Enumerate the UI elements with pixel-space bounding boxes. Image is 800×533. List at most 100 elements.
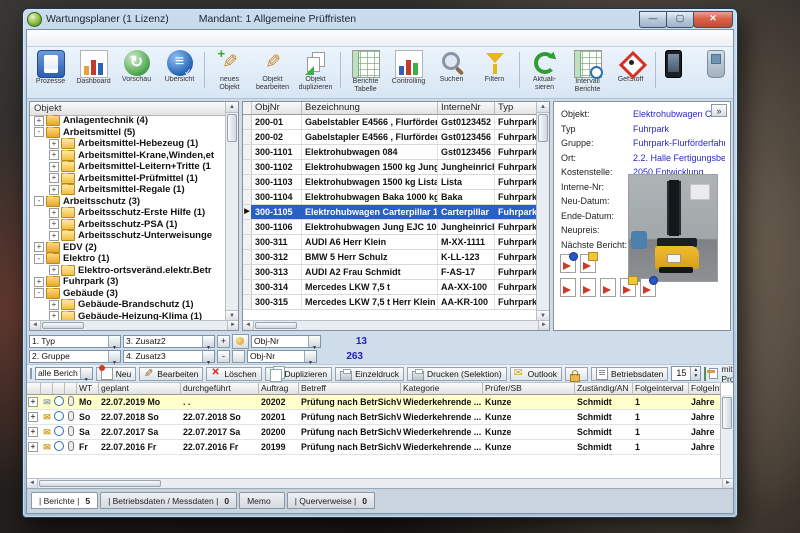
column-header-folgeint[interactable]: FolgeInt [689, 383, 721, 395]
note-icon[interactable] [620, 276, 638, 297]
toolbar-button-controlling[interactable]: Controlling [387, 48, 430, 94]
tree-vertical-scrollbar[interactable] [225, 102, 238, 321]
report-row[interactable]: + Sa 22.07.2017 Sa 22.07.2017 Sa 20200 P… [27, 425, 733, 440]
note-icon[interactable] [580, 252, 598, 273]
spinner-arrows-icon[interactable]: ▲ ▼ [690, 367, 701, 380]
minimize-button[interactable]: — [639, 10, 667, 28]
expand-toggle-icon[interactable]: + [49, 207, 59, 218]
tree-item[interactable]: - Elektro (1) [30, 253, 226, 265]
toolbar-button-processes[interactable]: Prozesse [29, 48, 72, 94]
scrollbar-thumb[interactable] [538, 114, 548, 142]
tab[interactable]: | Querverweise | 0 [286, 492, 375, 509]
scrollbar-thumb[interactable] [227, 114, 237, 142]
scrollbar-thumb[interactable] [722, 397, 732, 429]
column-header-folgeinterval[interactable]: Folgeinterval [633, 383, 689, 395]
filter-remove-button[interactable]: - [217, 349, 230, 363]
tab[interactable]: Memo [239, 492, 285, 509]
dropdown-arrow-icon[interactable] [304, 350, 316, 362]
interval-spinner[interactable]: 15 ▲ ▼ [671, 366, 702, 381]
pdf-pin-icon[interactable] [640, 276, 658, 297]
toolbar-button-refresh[interactable]: Aktuali- sieren [523, 48, 566, 92]
table-row[interactable]: 300-1106 Elektrohubwagen Jung EJC 1000 k… [243, 220, 537, 235]
expand-toggle-icon[interactable]: + [34, 242, 44, 253]
expand-toggle-icon[interactable]: + [28, 412, 38, 422]
expand-toggle-icon[interactable]: + [49, 173, 59, 184]
expand-toggle-icon[interactable]: + [34, 115, 44, 126]
column-header-kategorie[interactable]: Kategorie [401, 383, 483, 395]
maximize-button[interactable]: ▢ [666, 10, 694, 28]
dropdown-arrow-icon[interactable] [202, 350, 214, 362]
report-button-copy[interactable]: Duplizieren [264, 366, 333, 382]
tree-item[interactable]: + Arbeitsmittel-Leitern+Tritte (1 [30, 161, 226, 173]
report-horizontal-scrollbar[interactable] [27, 478, 733, 488]
toolbar-button-interval-reports[interactable]: Intervall Berichte [566, 48, 609, 94]
table-row[interactable]: 200-01 Gabelstabler E4566 , Flurförderze… [243, 115, 537, 130]
filter-small-button[interactable] [232, 349, 245, 363]
column-header-betreff[interactable]: Betreff [299, 383, 401, 395]
pdf-icon[interactable] [560, 278, 576, 297]
detail-expander-button[interactable]: » [711, 104, 727, 117]
column-header-zustaendig[interactable]: Zuständig/AN [575, 383, 633, 395]
table-row[interactable]: 300-1102 Elektrohubwagen 1500 kg Junghei… [243, 160, 537, 175]
expand-toggle-icon[interactable]: + [49, 184, 59, 195]
object-table-horizontal-scrollbar[interactable] [243, 320, 549, 330]
tab[interactable]: | Berichte | 5 [31, 492, 99, 509]
tree-item[interactable]: + Arbeitsmittel-Hebezeug (1) [30, 138, 226, 150]
report-filter-checkbox[interactable] [30, 368, 32, 379]
table-row[interactable]: 300-1105 Elektrohubwagen Carterpillar 16… [243, 205, 537, 220]
toolbar-button-overview[interactable]: Übersicht [158, 48, 205, 92]
report-filter-select[interactable]: alle Berich [35, 367, 93, 380]
column-header-geplant[interactable]: geplant [99, 383, 181, 395]
dropdown-arrow-icon[interactable] [108, 350, 120, 362]
tree-item[interactable]: - Arbeitsmittel (5) [30, 126, 226, 139]
table-row[interactable]: 300-1104 Elektrohubwagen Baka 1000 kg Ba… [243, 190, 537, 205]
scrollbar-thumb[interactable] [255, 322, 297, 329]
table-row[interactable]: 300-315 Mercedes LKW 7,5 t Herr Klein AA… [243, 295, 537, 310]
filter-add-button[interactable]: + [217, 334, 230, 348]
object-table-vertical-scrollbar[interactable] [536, 102, 549, 321]
report-button-lock[interactable] [564, 366, 588, 382]
dropdown-arrow-icon[interactable] [79, 368, 92, 379]
tree-item[interactable]: + Fuhrpark (3) [30, 276, 226, 288]
expand-toggle-icon[interactable]: + [49, 161, 59, 172]
tree-item[interactable]: + Arbeitsmittel-Regale (1) [30, 184, 226, 196]
expand-toggle-icon[interactable]: - [34, 253, 44, 264]
expand-toggle-icon[interactable]: + [49, 150, 59, 161]
dropdown-arrow-icon[interactable] [308, 335, 320, 347]
table-row[interactable]: 300-1101 Elektrohubwagen 084 Gst0123456 … [243, 145, 537, 160]
toolbar-button-hazard[interactable]: GefStoff [609, 48, 656, 92]
toolbar-button-search[interactable]: Suchen [430, 48, 473, 92]
tree-item[interactable]: - Arbeitsschutz (3) [30, 195, 226, 208]
expand-toggle-icon[interactable]: + [49, 230, 59, 241]
table-row[interactable]: 300-313 AUDI A2 Frau Schmidt F-AS-17 Fuh… [243, 265, 537, 280]
toolbar-button-smartphone[interactable] [659, 48, 702, 94]
report-row[interactable]: + Fr 22.07.2016 Fr 22.07.2016 Fr 20199 P… [27, 440, 733, 455]
filter-select-gruppe[interactable]: 2. Gruppe [29, 349, 121, 363]
column-header-objnr[interactable]: ObjNr [252, 102, 302, 115]
tree-item[interactable]: + Arbeitsschutz-Erste Hilfe (1) [30, 207, 226, 219]
tree-item[interactable]: - Gebäude (3) [30, 287, 226, 300]
tree-item[interactable]: + Arbeitsmittel-Krane,Winden,et [30, 149, 226, 162]
calendar-search-icon[interactable] [704, 366, 716, 381]
filter-search-icon[interactable] [232, 333, 249, 349]
expand-toggle-icon[interactable]: - [34, 288, 44, 299]
column-header-auftrag[interactable]: Auftrag [259, 383, 299, 395]
tab[interactable]: | Betriebsdaten / Messdaten | 0 [100, 492, 238, 509]
tree-item[interactable]: + Gebäude-Brandschutz (1) [30, 299, 226, 311]
expand-toggle-icon[interactable]: - [34, 127, 44, 138]
pdf-icon[interactable] [580, 278, 596, 297]
close-button[interactable]: ✕ [693, 10, 733, 28]
scrollbar-thumb[interactable] [39, 480, 161, 487]
report-vertical-scrollbar[interactable] [720, 395, 733, 479]
expand-toggle-icon[interactable]: + [28, 442, 38, 452]
tree-item[interactable]: + Arbeitsschutz-PSA (1) [30, 218, 226, 231]
toolbar-button-edit-object[interactable]: Objekt bearbeiten [251, 48, 294, 92]
tree-item[interactable]: + Anlagentechnik (4) [30, 115, 226, 127]
tree-item[interactable]: + EDV (2) [30, 241, 226, 254]
toolbar-button-filter[interactable]: Filtern [473, 48, 520, 92]
expand-toggle-icon[interactable]: + [49, 299, 59, 310]
table-row[interactable]: 200-02 Gabelstapler E4566 , Flurförderze… [243, 130, 537, 145]
tree-horizontal-scrollbar[interactable] [30, 320, 238, 330]
tree-header[interactable]: Objekt [30, 102, 238, 116]
column-header-durchgefuehrt[interactable]: durchgeführt [181, 383, 259, 395]
